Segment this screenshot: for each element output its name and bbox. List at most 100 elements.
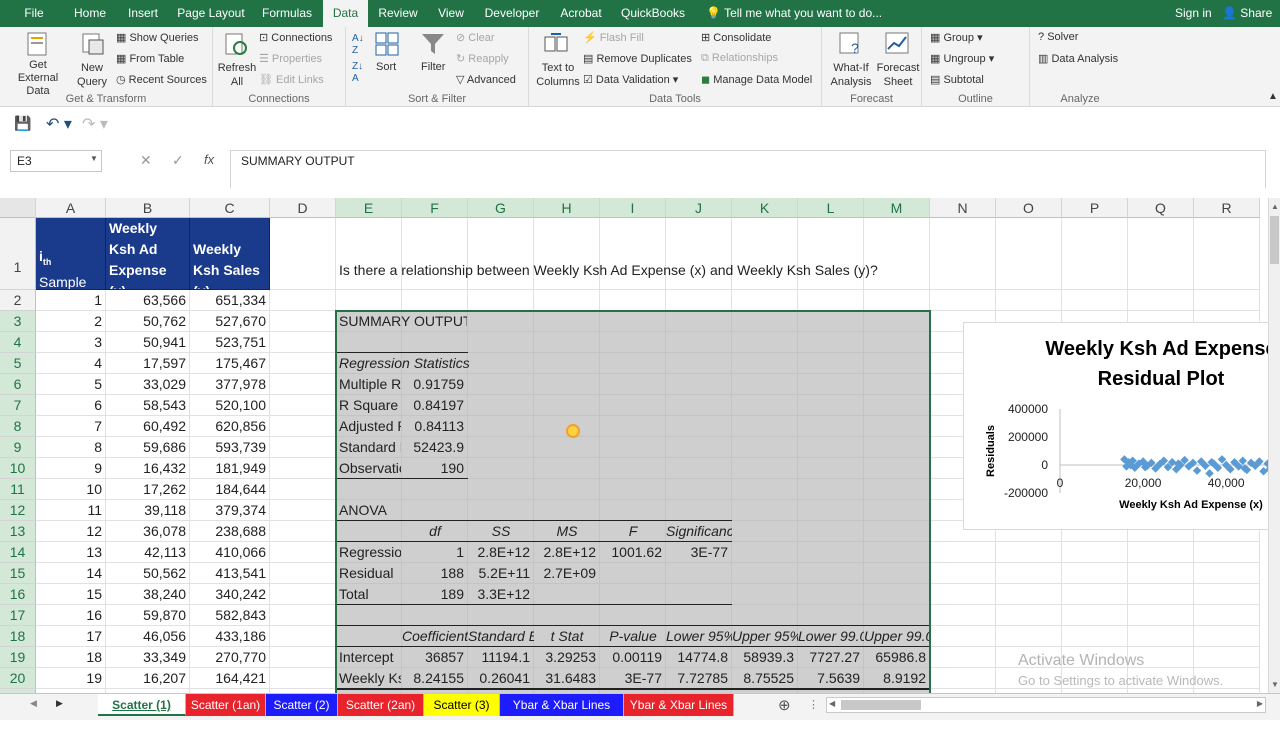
scroll-up-icon[interactable]: ▲ [1271,202,1279,211]
cell-a3[interactable]: 2 [36,311,106,332]
cell-d4[interactable] [270,332,336,353]
cell-l11[interactable] [798,479,864,500]
group-button[interactable]: ▦ Group ▾ [930,31,983,44]
cell-c7[interactable]: 520,100 [190,395,270,416]
cell-n2[interactable] [930,290,996,311]
cell-m9[interactable] [864,437,930,458]
cell-n14[interactable] [930,542,996,563]
cell-j6[interactable] [666,374,732,395]
cell-g3[interactable] [468,311,534,332]
scroll-left-icon[interactable]: ◀ [829,699,835,708]
ungroup-button[interactable]: ▦ Ungroup ▾ [930,52,994,65]
cell-a7[interactable]: 6 [36,395,106,416]
cell-i6[interactable] [600,374,666,395]
cell-b20[interactable]: 16,207 [106,668,190,689]
cell-i7[interactable] [600,395,666,416]
cell-q17[interactable] [1128,605,1194,626]
cell-b13[interactable]: 36,078 [106,521,190,542]
row-header-18[interactable]: 18 [0,626,36,647]
cell-c4[interactable]: 523,751 [190,332,270,353]
column-header-a[interactable]: A [36,198,106,218]
cell-l6[interactable] [798,374,864,395]
cell-n19[interactable] [930,647,996,668]
cell-k3[interactable] [732,311,798,332]
cell-d2[interactable] [270,290,336,311]
row-header-19[interactable]: 19 [0,647,36,668]
cell-g5[interactable] [468,353,534,374]
cell-b12[interactable]: 39,118 [106,500,190,521]
row-header-5[interactable]: 5 [0,353,36,374]
cell-d15[interactable] [270,563,336,584]
cell-h7[interactable] [534,395,600,416]
cell-l8[interactable] [798,416,864,437]
cell-d10[interactable] [270,458,336,479]
column-header-m[interactable]: M [864,198,930,218]
cell-i9[interactable] [600,437,666,458]
sort-az-icon[interactable]: A↓Z [352,33,364,57]
cell-n18[interactable] [930,626,996,647]
formula-input[interactable]: SUMMARY OUTPUT [230,150,1266,188]
sheet-tab[interactable]: Scatter (1an) [186,694,266,716]
cell-j12[interactable] [666,500,732,521]
cell-n1[interactable] [930,218,996,290]
enter-icon[interactable]: ✓ [172,152,184,169]
cell-m7[interactable] [864,395,930,416]
cell-i17[interactable] [600,605,666,626]
cell-c12[interactable]: 379,374 [190,500,270,521]
cell-g11[interactable] [468,479,534,500]
column-header-b[interactable]: B [106,198,190,218]
cell-n16[interactable] [930,584,996,605]
cell-j3[interactable] [666,311,732,332]
cell-b15[interactable]: 50,562 [106,563,190,584]
cell-c1[interactable]: Weekly Ksh Sales (y) [190,218,270,290]
row-header-10[interactable]: 10 [0,458,36,479]
cell-j8[interactable] [666,416,732,437]
cell-d8[interactable] [270,416,336,437]
sign-in-link[interactable]: Sign in [1175,0,1212,27]
tab-data[interactable]: Data [323,0,368,27]
scroll-right-icon[interactable]: ▶ [1257,699,1263,708]
cell-d7[interactable] [270,395,336,416]
cell-g17[interactable] [468,605,534,626]
cell-m15[interactable] [864,563,930,584]
cell-r17[interactable] [1194,605,1260,626]
cell-k17[interactable] [732,605,798,626]
cell-d13[interactable] [270,521,336,542]
cell-h16[interactable] [534,584,600,605]
sheet-tab[interactable]: Scatter (2) [266,694,338,716]
tab-page-layout[interactable]: Page Layout [172,0,250,27]
cell-q14[interactable] [1128,542,1194,563]
text-to-columns-button[interactable]: Text to Columns [533,61,583,89]
remove-duplicates-button[interactable]: ▤ Remove Duplicates [583,52,692,65]
cell-j11[interactable] [666,479,732,500]
cancel-icon[interactable]: ✕ [140,152,152,169]
cell-o14[interactable] [996,542,1062,563]
cell-c18[interactable]: 433,186 [190,626,270,647]
redo-icon[interactable]: ↷ ▾ [82,114,108,134]
column-header-i[interactable]: I [600,198,666,218]
cell-n15[interactable] [930,563,996,584]
cell-n17[interactable] [930,605,996,626]
cell-c13[interactable]: 238,688 [190,521,270,542]
cell-o16[interactable] [996,584,1062,605]
cell-k7[interactable] [732,395,798,416]
cell-a6[interactable]: 5 [36,374,106,395]
cell-a15[interactable]: 14 [36,563,106,584]
cell-i12[interactable] [600,500,666,521]
advanced-button[interactable]: ▽ Advanced [456,73,516,86]
cell-k11[interactable] [732,479,798,500]
edit-links-button[interactable]: ⛓ Edit Links [259,73,324,86]
cell-a16[interactable]: 15 [36,584,106,605]
cell-a13[interactable]: 12 [36,521,106,542]
cell-a1[interactable]: ith Sample Point [36,218,106,290]
properties-button[interactable]: ☰ Properties [259,52,322,65]
sort-za-icon[interactable]: Z↓A [352,61,363,85]
scroll-thumb[interactable] [1270,216,1279,264]
cell-a2[interactable]: 1 [36,290,106,311]
share-button[interactable]: 👤 Share [1222,0,1272,27]
cell-g10[interactable] [468,458,534,479]
cell-l7[interactable] [798,395,864,416]
cell-g2[interactable] [468,290,534,311]
sheet-tab[interactable]: Scatter (1) [98,694,186,716]
cell-q18[interactable] [1128,626,1194,647]
